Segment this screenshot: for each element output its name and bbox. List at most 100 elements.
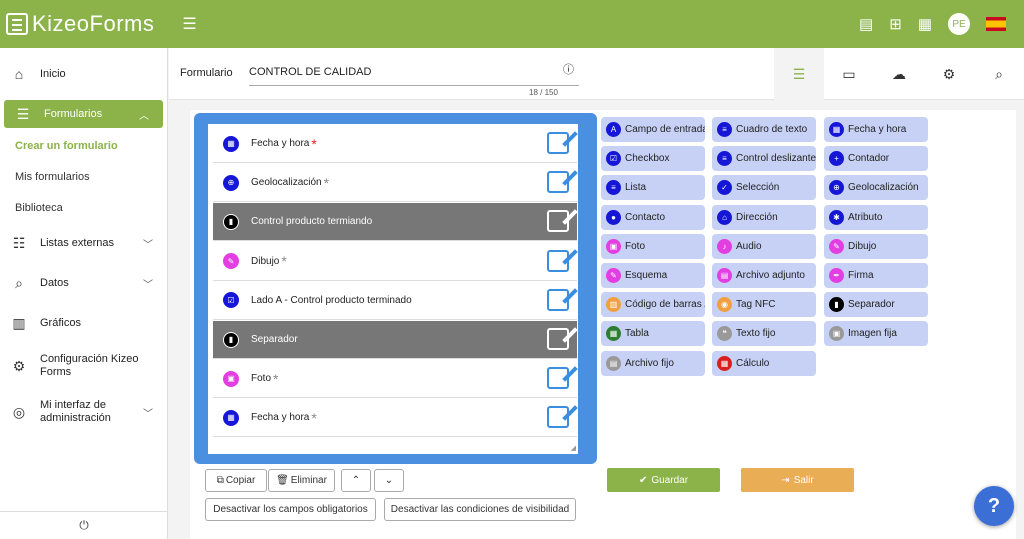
- copy-button[interactable]: ⧉ Copiar: [205, 469, 267, 492]
- palette-item-label: Esquema: [625, 270, 668, 281]
- palette-item[interactable]: ≡ Control deslizante: [712, 146, 816, 172]
- edit-icon[interactable]: [547, 132, 569, 154]
- list-icon: ☷: [12, 234, 26, 251]
- logo-icon: [6, 13, 28, 35]
- palette-item[interactable]: ◉ Tag NFC: [712, 292, 816, 318]
- form-field-row[interactable]: ▦ Fecha y hora *: [213, 399, 577, 438]
- copy-label: Copiar: [225, 475, 256, 486]
- hamburger-menu-icon[interactable]: ☰: [182, 14, 196, 34]
- sidebar-subitem-crear[interactable]: Crear un formulario: [0, 130, 167, 161]
- field-type-icon: ≡: [606, 180, 621, 196]
- sidebar-item-configuracion[interactable]: ⚙ Configuración Kizeo Forms: [0, 343, 167, 389]
- form-field-row[interactable]: ▣ Foto *: [213, 360, 577, 399]
- kizeo-logo[interactable]: KizeoForms: [6, 11, 154, 37]
- palette-item[interactable]: ≡ Lista: [601, 175, 705, 201]
- palette-item-label: Audio: [736, 240, 762, 252]
- palette-item[interactable]: ▤ Archivo adjunto: [712, 263, 816, 288]
- fields-list-icon[interactable]: ☰: [774, 48, 824, 100]
- palette-item[interactable]: ▦ Cálculo: [712, 350, 816, 376]
- avatar[interactable]: PE: [948, 13, 970, 35]
- field-type-icon: ▮: [223, 213, 239, 230]
- form-label: Formulario: [180, 67, 233, 79]
- save-label: Guardar: [651, 474, 689, 486]
- chevron-down-icon: ﹀: [143, 239, 153, 251]
- palette-item[interactable]: ▣ Foto: [601, 233, 705, 259]
- export-doc-icon[interactable]: ▭: [824, 48, 874, 100]
- field-type-icon: ✒: [829, 268, 844, 283]
- help-button[interactable]: ?: [974, 486, 1014, 526]
- palette-item[interactable]: ▥ Código de barras / QR: [601, 292, 705, 318]
- edit-icon[interactable]: [547, 249, 569, 272]
- palette-item[interactable]: ✎ Dibujo: [824, 233, 928, 259]
- palette-item-label: Contacto: [625, 211, 666, 223]
- move-up-button[interactable]: ⌃: [341, 469, 371, 492]
- sidebar-subitem-biblioteca[interactable]: Biblioteca: [0, 192, 167, 223]
- sidebar-item-inicio[interactable]: ⌂ Inicio: [0, 54, 167, 94]
- palette-item[interactable]: ⊕ Geolocalización: [824, 175, 928, 201]
- basket-icon[interactable]: ⊞: [889, 15, 902, 33]
- palette-item-label: Separador: [848, 299, 895, 311]
- palette-item[interactable]: ▦ Fecha y hora: [824, 117, 928, 142]
- sidebar-item-listas-externas[interactable]: ☷ Listas externas ﹀: [0, 223, 167, 263]
- preview-search-icon[interactable]: ⌕: [974, 48, 1024, 100]
- form-field-row[interactable]: ☑ Lado A - Control producto terminado: [213, 281, 577, 320]
- palette-item[interactable]: ✒ Firma: [824, 263, 928, 288]
- sidebar-subitem-mis-formularios[interactable]: Mis formularios: [0, 161, 167, 192]
- gear-icon[interactable]: ⚙: [924, 48, 974, 100]
- spain-flag-icon[interactable]: [986, 17, 1006, 31]
- form-field-row[interactable]: ⊕ Geolocalización *: [213, 164, 577, 203]
- resize-handle-icon[interactable]: ◢: [571, 444, 576, 452]
- form-field-row[interactable]: ▮ Control producto termiando: [213, 203, 577, 242]
- field-type-icon: ✎: [606, 268, 621, 283]
- power-icon[interactable]: ⏻: [0, 511, 168, 539]
- form-fields-list[interactable]: ◢ ▦ Fecha y hora * ⊕ Geolocalización * ▮ Contro…: [208, 124, 578, 454]
- info-icon[interactable]: ⓘ: [563, 61, 574, 77]
- move-down-button[interactable]: ⌄: [374, 469, 404, 492]
- sidebar-item-datos[interactable]: ⌕ Datos ﹀: [0, 263, 167, 303]
- palette-item[interactable]: ✎ Esquema: [601, 263, 705, 288]
- form-field-row[interactable]: ▮ Separador: [213, 321, 577, 359]
- palette-item-label: Checkbox: [625, 153, 670, 165]
- required-asterisk: *: [281, 253, 287, 270]
- palette-item[interactable]: ▦ Tabla: [601, 321, 705, 347]
- form-field-row[interactable]: ▦ Fecha y hora *: [213, 125, 577, 163]
- form-name-input[interactable]: CONTROL DE CALIDAD: [249, 60, 579, 86]
- field-type-icon: ⊕: [829, 180, 844, 196]
- apps-grid-icon[interactable]: ▦: [918, 15, 932, 33]
- sidebar-item-admin[interactable]: ◎ Mi interfaz de administración ﹀: [0, 389, 167, 435]
- palette-item[interactable]: ● Contacto: [601, 204, 705, 230]
- palette-item[interactable]: A Campo de entrada: [601, 117, 705, 142]
- edit-icon[interactable]: [547, 288, 569, 311]
- cloud-upload-icon[interactable]: ☁: [874, 48, 924, 100]
- disable-visibility-button[interactable]: Desactivar las condiciones de visibilida…: [384, 498, 576, 521]
- sidebar-item-graficos[interactable]: ▥ Gráficos: [0, 303, 167, 343]
- palette-item[interactable]: ♪ Audio: [712, 233, 816, 259]
- palette-item[interactable]: ▣ Imagen fija: [824, 321, 928, 347]
- palette-item[interactable]: ▮ Separador: [824, 292, 928, 318]
- palette-item[interactable]: ✓ Selección: [712, 175, 816, 201]
- edit-icon[interactable]: [547, 406, 569, 429]
- form-field-row[interactable]: ✎ Dibujo *: [213, 242, 577, 281]
- field-type-icon: ▦: [717, 355, 732, 371]
- sidebar-item-formularios[interactable]: ☰ Formularios ︿: [4, 100, 163, 128]
- save-button[interactable]: ✔ Guardar: [607, 468, 720, 492]
- palette-item[interactable]: ✱ Atributo: [824, 204, 928, 230]
- edit-icon[interactable]: [547, 210, 569, 233]
- palette-item[interactable]: ❝ Texto fijo: [712, 321, 816, 347]
- delete-label: Eliminar: [290, 475, 327, 486]
- palette-item[interactable]: ≡ Cuadro de texto: [712, 117, 816, 142]
- edit-icon[interactable]: [547, 171, 569, 194]
- field-type-icon: ▦: [606, 326, 621, 342]
- field-type-icon: ✎: [829, 238, 844, 254]
- disable-required-button[interactable]: Desactivar los campos obligatorios: [205, 498, 376, 521]
- palette-item[interactable]: ☑ Checkbox: [601, 146, 705, 172]
- palette-item[interactable]: ⌂ Dirección: [712, 204, 816, 230]
- chevron-up-icon: ︿: [139, 110, 149, 122]
- palette-item[interactable]: + Contador: [824, 146, 928, 172]
- delete-button[interactable]: 🗑 Eliminar: [268, 469, 335, 492]
- message-icon[interactable]: ▤: [859, 15, 873, 33]
- exit-button[interactable]: ⇥ Salir: [741, 468, 854, 492]
- edit-icon[interactable]: [547, 328, 569, 350]
- edit-icon[interactable]: [547, 367, 569, 390]
- palette-item[interactable]: ▤ Archivo fijo: [601, 350, 705, 376]
